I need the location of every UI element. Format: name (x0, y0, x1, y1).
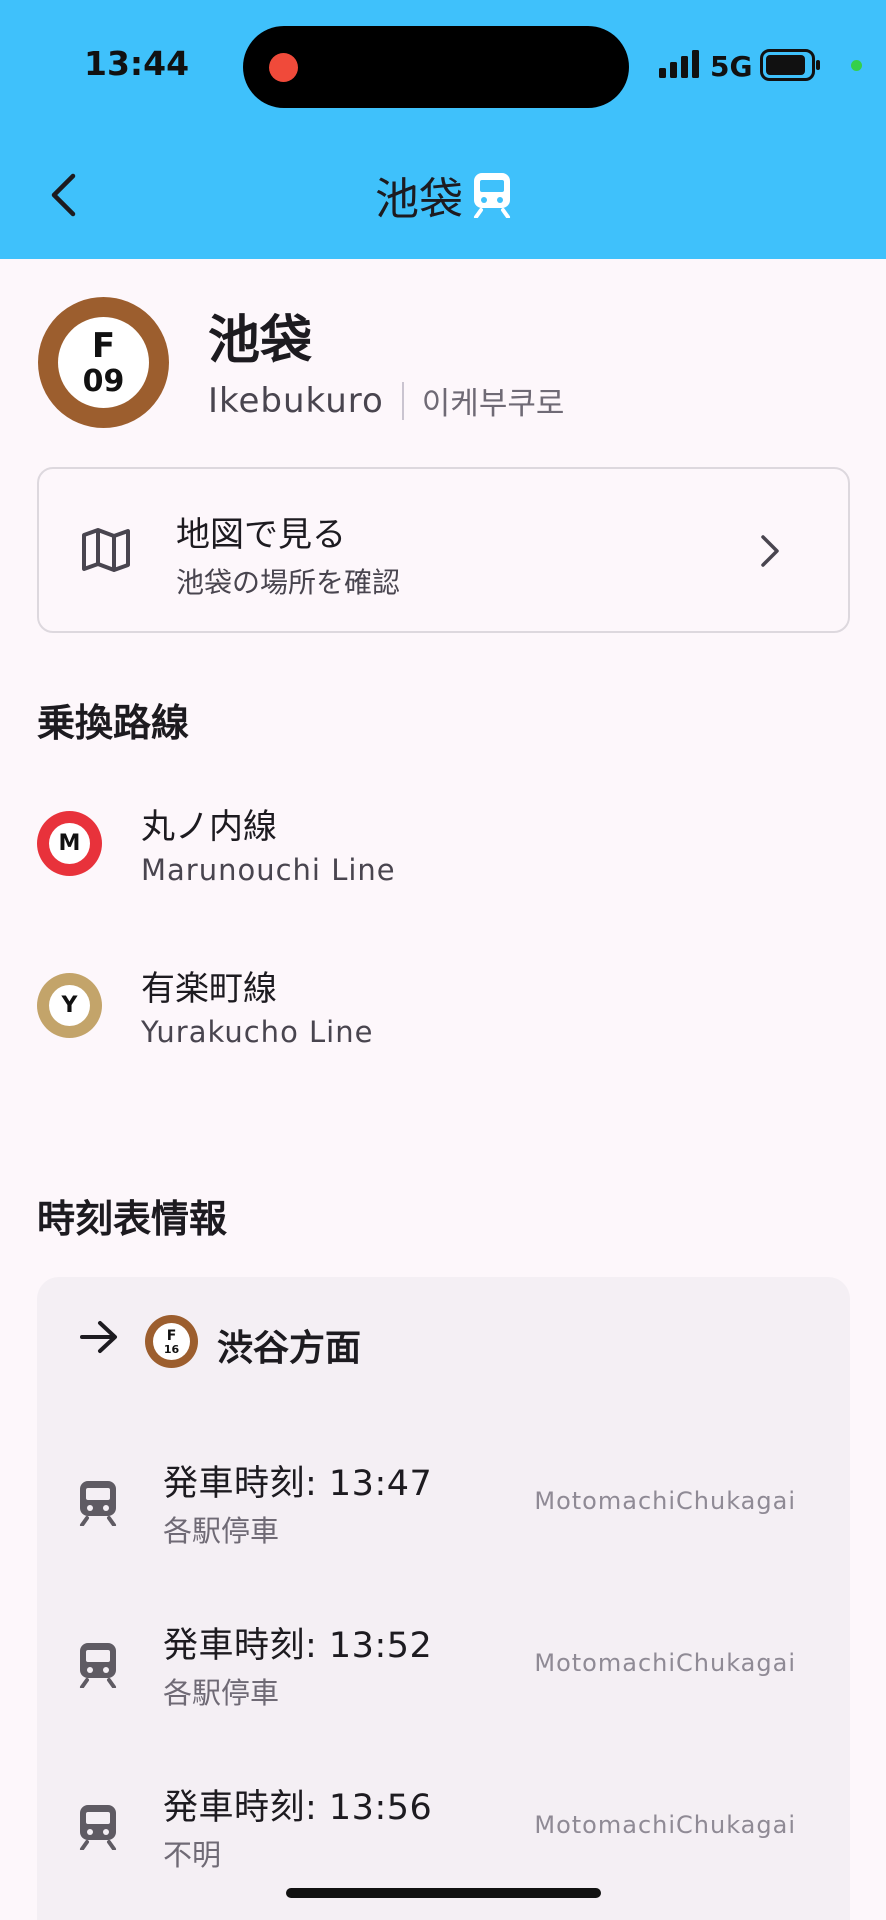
station-name-en: Ikebukuro (208, 380, 384, 421)
battery-icon (760, 49, 820, 81)
station-subtitles: Ikebukuro 이케부쿠로 (208, 378, 564, 423)
page-title: 池袋 (375, 174, 463, 225)
train-type: 各駅停車 (163, 1514, 280, 1548)
direction-title: 渋谷方面 (217, 1328, 362, 1369)
departure-row[interactable]: 発車時刻: 13:52 各駅停車 MotomachiChukagai (37, 1597, 850, 1727)
station-line-letter: F (91, 325, 116, 366)
line-name-ja: 有楽町線 (141, 969, 277, 1009)
station-name-ja: 池袋 (208, 311, 313, 371)
timetable-heading: 時刻表情報 (37, 1197, 228, 1241)
train-type: 不明 (163, 1838, 222, 1872)
train-icon (474, 173, 510, 218)
destination: MotomachiChukagai (534, 1811, 796, 1839)
direction-badge-face: F 16 (153, 1323, 190, 1360)
station-number: 09 (82, 363, 125, 399)
network-label: 5G (710, 50, 753, 83)
departure-row[interactable]: 発車時刻: 13:56 不明 MotomachiChukagai (37, 1759, 850, 1889)
destination: MotomachiChukagai (534, 1487, 796, 1515)
train-icon (80, 1643, 116, 1688)
line-name-ja: 丸ノ内線 (141, 807, 277, 847)
line-badge: M (37, 811, 102, 876)
station-badge-face: F 09 (58, 317, 149, 408)
direction-station-badge: F 16 (145, 1315, 198, 1368)
transfer-line-item[interactable]: M 丸ノ内線 Marunouchi Line (37, 785, 850, 905)
train-icon (80, 1481, 116, 1526)
departure-time: 発車時刻: 13:47 (163, 1464, 433, 1504)
map-icon (82, 528, 130, 572)
app-bar-title-group: 池袋 (0, 160, 886, 230)
top-bar: 13:44 5G 池袋 (0, 0, 886, 259)
line-name-en: Marunouchi Line (141, 853, 396, 887)
line-name-en: Yurakucho Line (141, 1015, 374, 1049)
arrow-right-icon (80, 1321, 117, 1353)
destination: MotomachiChukagai (534, 1649, 796, 1677)
status-time: 13:44 (84, 44, 190, 83)
map-card-title: 地図で見る (176, 515, 346, 555)
departure-row[interactable]: 発車時刻: 13:47 各駅停車 MotomachiChukagai (37, 1435, 850, 1565)
station-number-badge: F 09 (38, 297, 169, 428)
departure-time: 発車時刻: 13:56 (163, 1788, 433, 1828)
dynamic-island (243, 26, 629, 108)
train-type: 各駅停車 (163, 1676, 280, 1710)
timetable-card: F 16 渋谷方面 発車時刻: 13:47 各駅停車 MotomachiChuk… (37, 1277, 850, 1920)
recording-indicator (269, 53, 298, 82)
home-indicator[interactable] (286, 1888, 601, 1898)
transfer-lines-heading: 乗換路線 (37, 701, 190, 745)
train-icon (80, 1805, 116, 1850)
line-letter: Y (49, 985, 90, 1026)
view-on-map-card[interactable]: 地図で見る 池袋の場所を確認 (37, 467, 850, 633)
departure-time: 発車時刻: 13:52 (163, 1626, 433, 1666)
signal-icon (659, 50, 699, 78)
privacy-indicator (851, 60, 862, 71)
direction-line-letter: F (166, 1327, 177, 1344)
direction-station-number: 16 (163, 1342, 180, 1356)
station-name-ko: 이케부쿠로 (421, 386, 565, 422)
map-card-subtitle: 池袋の場所を確認 (176, 566, 401, 599)
divider (401, 381, 404, 420)
line-letter: M (49, 823, 90, 864)
chevron-right-icon (761, 535, 779, 567)
line-badge: Y (37, 973, 102, 1038)
transfer-line-item[interactable]: Y 有楽町線 Yurakucho Line (37, 947, 850, 1067)
